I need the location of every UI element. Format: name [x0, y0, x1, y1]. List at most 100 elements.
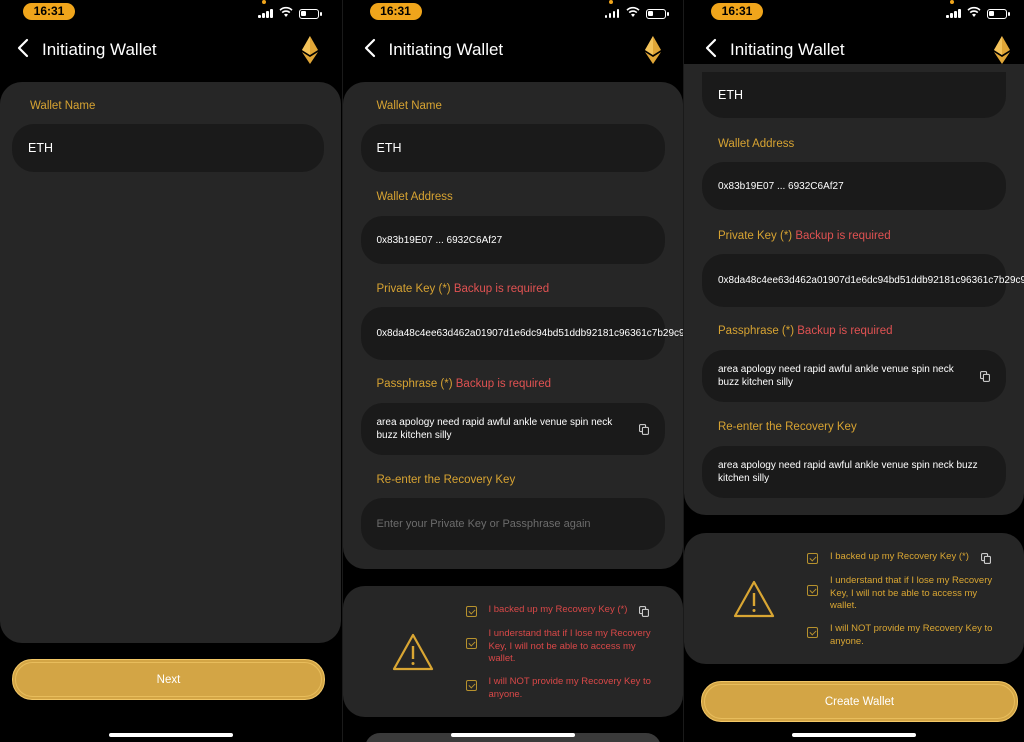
wallet-name-input[interactable]: ETH [12, 124, 324, 172]
copy-icon[interactable] [980, 370, 990, 382]
page-title: Initiating Wallet [388, 40, 504, 59]
home-indicator [108, 733, 233, 737]
back-chevron-icon[interactable] [363, 38, 379, 58]
screen-step-2: 16:31 Initiating Wallet Wallet Name ETH … [341, 0, 683, 742]
passphrase-required: Backup is required [797, 325, 893, 337]
backup-check-row[interactable]: I backed up my Recovery Key (*) [807, 551, 1007, 564]
wallet-name-value: ETH [376, 140, 402, 155]
screen-step-1: 16:31 Initiating Wallet Wallet Name ETH … [0, 0, 341, 742]
signal-icon [946, 9, 961, 18]
understand-check-row[interactable]: I understand that if I lose my Recovery … [807, 575, 997, 613]
not-provide-checkbox[interactable] [465, 680, 477, 691]
status-bar: 16:31 [0, 0, 341, 28]
understand-check-text: I understand that if I lose my Recovery … [830, 575, 993, 611]
warning-card: I backed up my Recovery Key (*) I unders… [342, 586, 683, 717]
wallet-name-value: ETH [28, 140, 53, 155]
not-provide-check-row[interactable]: I will NOT provide my Recovery Key to an… [807, 623, 997, 648]
passphrase-field[interactable]: area apology need rapid awful ankle venu… [702, 350, 1006, 402]
understand-check-row[interactable]: I understand that if I lose my Recovery … [465, 628, 656, 666]
wifi-icon [625, 6, 640, 17]
not-provide-check-text: I will NOT provide my Recovery Key to an… [488, 676, 651, 700]
reenter-input[interactable]: Enter your Private Key or Passphrase aga… [360, 498, 665, 550]
not-provide-checkbox[interactable] [807, 627, 818, 638]
warning-card: I backed up my Recovery Key (*) I unders… [684, 533, 1024, 664]
status-time: 16:31 [369, 3, 422, 20]
ethereum-icon [302, 36, 318, 64]
wallet-address-label: Wallet Address [718, 138, 795, 150]
passphrase-label: Passphrase (*) Backup is required [718, 325, 893, 337]
screen-step-3: 16:31 Initiating Wallet ETH Wallet Addre… [683, 0, 1024, 742]
form-card: Wallet Name ETH Wallet Address 0x83b19E0… [342, 82, 683, 569]
back-chevron-icon[interactable] [704, 38, 720, 58]
backup-checkbox[interactable] [465, 606, 477, 617]
passphrase-value: area apology need rapid awful ankle venu… [376, 417, 613, 441]
battery-icon [299, 9, 322, 19]
reenter-placeholder: Enter your Private Key or Passphrase aga… [376, 518, 591, 530]
activity-dot [262, 0, 266, 4]
understand-checkbox[interactable] [465, 638, 477, 649]
copy-icon[interactable] [639, 606, 650, 617]
page-title: Initiating Wallet [730, 40, 845, 59]
wifi-icon [279, 6, 293, 17]
private-key-label-text: Private Key (*) [718, 230, 793, 242]
understand-check-text: I understand that if I lose my Recovery … [488, 628, 651, 664]
wallet-name-input[interactable]: ETH [702, 72, 1006, 118]
warning-icon [392, 633, 433, 671]
battery-icon [645, 9, 669, 19]
reenter-label: Re-enter the Recovery Key [376, 474, 516, 486]
passphrase-required: Backup is required [455, 378, 552, 390]
next-button[interactable]: Next [12, 659, 325, 700]
passphrase-value: area apology need rapid awful ankle venu… [718, 364, 954, 388]
battery-icon [987, 9, 1010, 19]
private-key-required: Backup is required [453, 283, 550, 295]
signal-icon [258, 9, 273, 18]
signal-icon [604, 9, 619, 18]
understand-checkbox[interactable] [807, 585, 818, 596]
reenter-input[interactable]: area apology need rapid awful ankle venu… [702, 446, 1006, 498]
copy-icon[interactable] [980, 553, 991, 564]
passphrase-label-text: Passphrase (*) [718, 325, 795, 337]
create-wallet-button-label: Create Wallet [824, 695, 895, 708]
wallet-name-input[interactable]: ETH [360, 124, 665, 172]
private-key-value: 0x8da48c4ee63d462a01907d1e6dc94bd51ddb92… [718, 275, 1024, 286]
passphrase-label-text: Passphrase (*) [376, 378, 453, 390]
not-provide-check-row[interactable]: I will NOT provide my Recovery Key to an… [465, 676, 656, 701]
back-chevron-icon[interactable] [16, 38, 32, 58]
next-button-label: Next [156, 673, 181, 686]
private-key-field[interactable]: 0x8da48c4ee63d462a01907d1e6dc94bd51ddb92… [702, 254, 1024, 307]
status-time: 16:31 [23, 3, 75, 20]
ethereum-icon [644, 36, 661, 64]
header: Initiating Wallet [0, 34, 341, 64]
wallet-address-label: Wallet Address [376, 191, 453, 203]
status-time: 16:31 [711, 3, 763, 20]
create-wallet-button[interactable]: Create Wallet [701, 681, 1018, 722]
wallet-address-field[interactable]: 0x83b19E07 ... 6932C6Af27 [360, 216, 665, 264]
home-indicator [450, 733, 575, 737]
reenter-label: Re-enter the Recovery Key [718, 421, 857, 433]
header: Initiating Wallet [684, 34, 1024, 64]
wallet-address-value: 0x83b19E07 ... 6932C6Af27 [718, 180, 844, 192]
backup-check-row[interactable]: I backed up my Recovery Key (*) [465, 604, 666, 617]
private-key-required: Backup is required [795, 230, 891, 242]
wallet-address-field[interactable]: 0x83b19E07 ... 6932C6Af27 [702, 162, 1006, 210]
copy-icon[interactable] [638, 423, 649, 435]
form-card-scrolled: ETH Wallet Address 0x83b19E07 ... 6932C6… [684, 64, 1024, 515]
private-key-value: 0x8da48c4ee63d462a01907d1e6dc94bd51ddb92… [376, 328, 683, 339]
ethereum-icon [994, 36, 1010, 64]
header: Initiating Wallet [343, 34, 683, 64]
page-title: Initiating Wallet [42, 40, 157, 59]
backup-checkbox[interactable] [807, 553, 818, 564]
not-provide-check-text: I will NOT provide my Recovery Key to an… [830, 623, 993, 647]
passphrase-field[interactable]: area apology need rapid awful ankle venu… [360, 403, 665, 455]
home-indicator [792, 733, 916, 737]
wallet-name-label: Wallet Name [376, 100, 442, 112]
private-key-label-text: Private Key (*) [376, 283, 451, 295]
private-key-field[interactable]: 0x8da48c4ee63d462a01907d1e6dc94bd51ddb92… [360, 307, 683, 360]
passphrase-label: Passphrase (*) Backup is required [377, 378, 552, 390]
wallet-name-label: Wallet Name [30, 100, 96, 112]
private-key-label: Private Key (*) Backup is required [377, 283, 550, 295]
warning-icon [733, 580, 775, 618]
activity-dot [950, 0, 954, 4]
backup-check-text: I backed up my Recovery Key (*) [830, 551, 969, 562]
reenter-value: area apology need rapid awful ankle venu… [718, 460, 978, 484]
